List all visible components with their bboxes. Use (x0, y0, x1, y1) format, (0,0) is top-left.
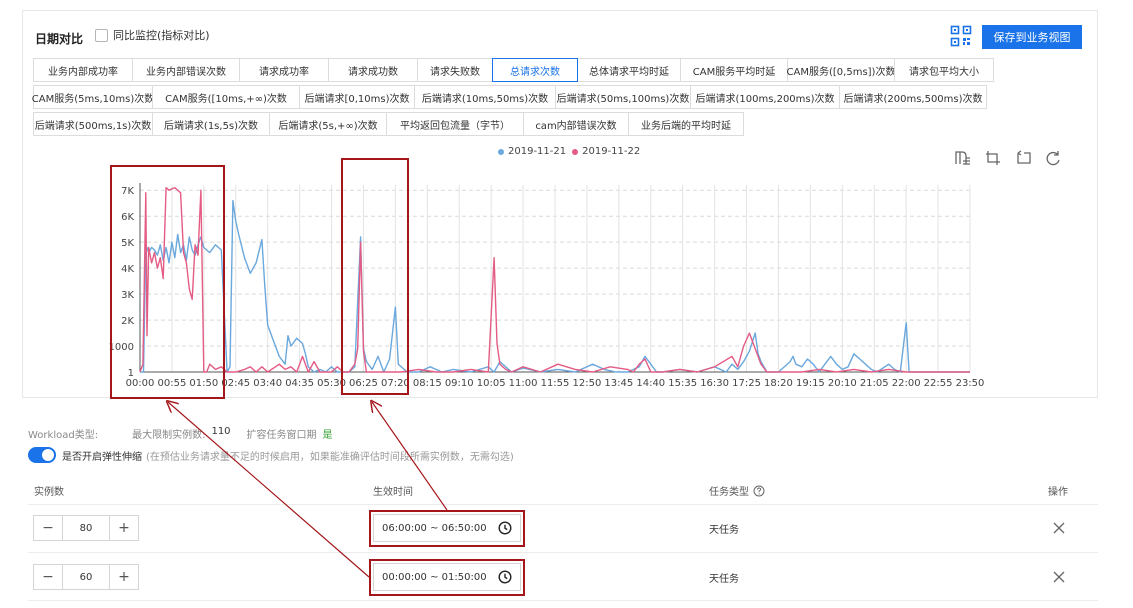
y-tick-label: 7K (121, 186, 134, 197)
x-tick-label: 20:10 (828, 378, 857, 389)
col-header-task-type: 任务类型 (709, 483, 765, 498)
decrement-button[interactable]: − (34, 516, 62, 540)
instances-value[interactable]: 60 (62, 565, 110, 589)
clock-icon (498, 570, 512, 584)
clock-icon (498, 521, 512, 535)
x-tick-label: 17:25 (732, 378, 761, 389)
x-tick-label: 13:45 (604, 378, 633, 389)
col-header-task-type-label: 任务类型 (709, 487, 749, 498)
x-tick-label: 04:35 (285, 378, 314, 389)
x-tick-label: 23:50 (956, 378, 985, 389)
x-tick-label: 08:15 (413, 378, 442, 389)
y-tick-label: 2K (121, 316, 134, 327)
max-instances-label: 最大限制实例数: (132, 430, 206, 441)
x-tick-label: 11:00 (509, 378, 538, 389)
y-tick-label: 6K (121, 212, 134, 223)
task-type-row-2: 天任务 (709, 574, 739, 585)
autoscale-hint: (在预估业务请求量不足的时候启用，如果能准确评估时间段所需实例数，无需勾选) (146, 451, 514, 463)
metric-tab[interactable]: 总请求次数 (492, 58, 578, 82)
col-header-effective-time: 生效时间 (373, 487, 413, 498)
max-instances-value: 110 (211, 426, 231, 437)
table-divider (28, 600, 1098, 601)
increment-button[interactable]: + (110, 516, 138, 540)
x-tick-label: 00:00 (126, 378, 155, 389)
x-tick-label: 10:05 (477, 378, 506, 389)
x-tick-label: 00:55 (158, 378, 187, 389)
x-tick-label: 15:35 (668, 378, 697, 389)
x-tick-label: 03:40 (253, 378, 282, 389)
effective-time-value: 00:00:00 ~ 01:50:00 (382, 571, 487, 583)
x-tick-label: 01:50 (189, 378, 218, 389)
x-tick-label: 09:10 (445, 378, 474, 389)
x-tick-label: 11:55 (541, 378, 570, 389)
x-tick-label: 22:55 (924, 378, 953, 389)
close-icon[interactable] (1052, 570, 1066, 584)
x-tick-label: 14:40 (636, 378, 665, 389)
autoscale-toggle-row: 是否开启弹性伸缩 (在预估业务请求量不足的时候启用，如果能准确评估时间段所需实例… (28, 447, 514, 463)
x-tick-label: 19:15 (796, 378, 825, 389)
instances-stepper-row-1[interactable]: − 80 + (33, 515, 139, 541)
task-type-row-1: 天任务 (709, 525, 739, 536)
table-divider (28, 552, 1098, 553)
workload-spacer (104, 426, 126, 441)
y-tick-label: 5K (121, 238, 134, 249)
y-tick-label: 1000 (109, 342, 134, 353)
workload-info-row: Workload类型: 最大限制实例数: 110 扩容任务窗口期 是 (28, 426, 339, 441)
effective-time-picker-row-2[interactable]: 00:00:00 ~ 01:50:00 (373, 563, 521, 591)
close-icon[interactable] (1052, 521, 1066, 535)
effective-time-picker-row-1[interactable]: 06:00:00 ~ 06:50:00 (373, 514, 521, 542)
col-header-ops: 操作 (1048, 487, 1068, 498)
x-tick-label: 06:25 (349, 378, 378, 389)
col-header-instances: 实例数 (34, 487, 64, 498)
x-tick-label: 02:45 (221, 378, 250, 389)
decrement-button[interactable]: − (34, 565, 62, 589)
table-divider (28, 504, 1098, 505)
workload-type-label: Workload类型: (28, 430, 99, 441)
effective-time-value: 06:00:00 ~ 06:50:00 (382, 522, 487, 534)
instances-stepper-row-2[interactable]: − 60 + (33, 564, 139, 590)
autoscale-toggle[interactable] (28, 447, 56, 463)
x-tick-label: 18:20 (764, 378, 793, 389)
autoscale-toggle-label: 是否开启弹性伸缩 (62, 451, 142, 463)
instances-value[interactable]: 80 (62, 516, 110, 540)
increment-button[interactable]: + (110, 565, 138, 589)
x-tick-label: 12:50 (573, 378, 602, 389)
x-tick-label: 22:00 (892, 378, 921, 389)
x-tick-label: 05:30 (317, 378, 346, 389)
x-tick-label: 21:05 (860, 378, 889, 389)
y-tick-label: 3K (121, 290, 134, 301)
scale-window-label: 扩容任务窗口期 (246, 430, 317, 441)
scale-window-value: 是 (322, 430, 333, 441)
x-tick-label: 07:20 (381, 378, 410, 389)
y-tick-label: 4K (121, 264, 134, 275)
page-root: 日期对比 同比监控(指标对比) 保存到业务视图 业务内部成功率 业务内部错误次数请… (0, 0, 1133, 608)
help-circle-icon[interactable] (753, 485, 765, 497)
x-tick-label: 16:30 (700, 378, 729, 389)
